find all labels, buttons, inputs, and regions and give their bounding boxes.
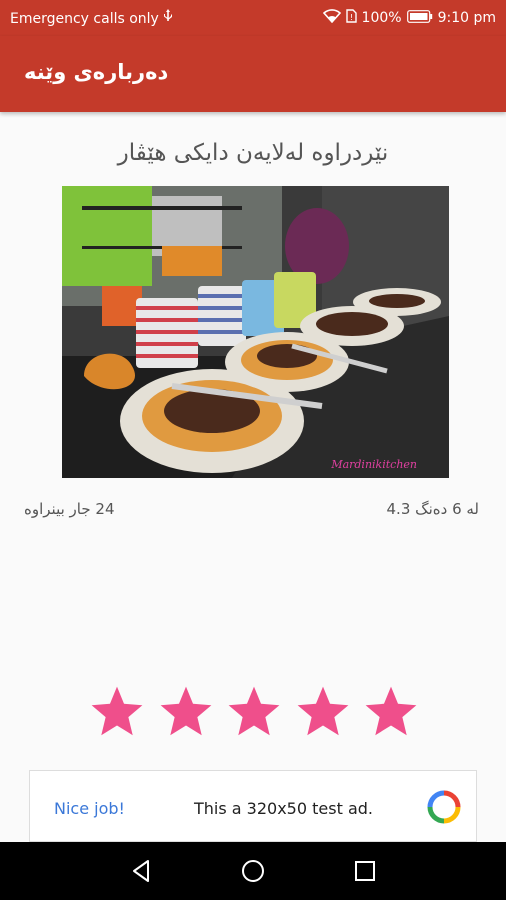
views-count: 24 جار بینراوە (24, 500, 115, 518)
rating-summary: لە 6 دەنگ 4.3 (386, 500, 479, 518)
usb-icon (163, 9, 173, 27)
rating-bar[interactable] (88, 683, 420, 743)
status-right: ! 100% 9:10 pm (322, 9, 496, 27)
clock: 9:10 pm (437, 10, 496, 26)
star-icon-1[interactable] (88, 683, 146, 741)
photo-caption: نێردراوە لەلایەن دایکی هێڤار (117, 140, 389, 166)
back-icon[interactable] (126, 856, 156, 886)
ad-text: This a 320x50 test ad. (194, 799, 373, 818)
photo[interactable]: Mardinikitchen (62, 186, 449, 478)
star-icon-4[interactable] (294, 683, 352, 741)
ad-logo-icon (427, 790, 461, 824)
photo-illustration: Mardinikitchen (62, 186, 449, 478)
battery-icon (406, 9, 433, 27)
navigation-bar (0, 842, 506, 900)
status-left: Emergency calls only (10, 9, 173, 27)
photo-watermark: Mardinikitchen (330, 458, 417, 471)
home-icon[interactable] (238, 856, 268, 886)
battery-percent: 100% (361, 10, 402, 26)
network-status: Emergency calls only (10, 11, 159, 27)
app-bar: دەربارەی وێنە (0, 36, 506, 112)
star-icon-3[interactable] (225, 683, 283, 741)
star-icon-5[interactable] (362, 683, 420, 741)
star-icon-2[interactable] (157, 683, 215, 741)
status-bar: Emergency calls only ! 100% 9:10 pm (0, 0, 506, 36)
wifi-icon (322, 9, 341, 27)
svg-text:!: ! (349, 13, 352, 22)
recents-icon[interactable] (350, 856, 380, 886)
ad-label: Nice job! (54, 799, 125, 818)
sim-icon: ! (345, 9, 357, 27)
ad-banner[interactable]: Nice job! This a 320x50 test ad. (29, 770, 477, 842)
app-title: دەربارەی وێنە (24, 60, 169, 84)
